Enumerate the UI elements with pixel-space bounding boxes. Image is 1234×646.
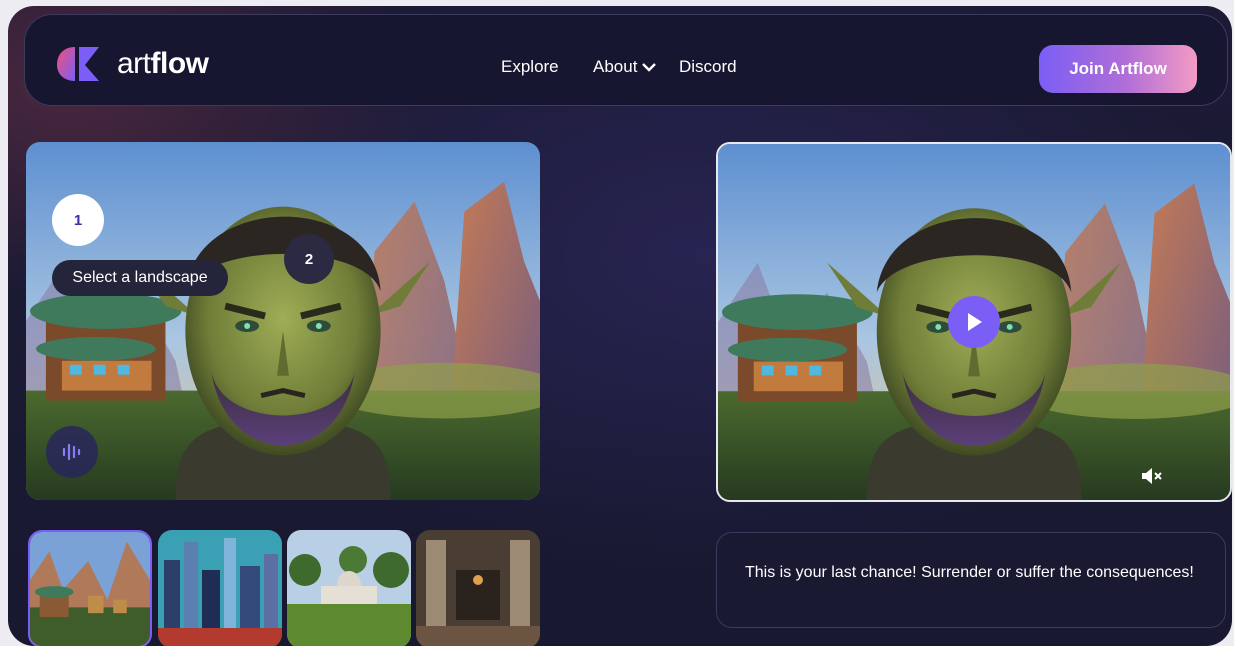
landscape-thumb-capitol-building[interactable] — [287, 530, 411, 646]
brand-name[interactable]: artflow — [117, 45, 209, 83]
volume-mute-icon[interactable] — [1140, 466, 1164, 486]
landscape-thumb-futuristic-city[interactable] — [158, 530, 282, 646]
chevron-down-icon — [642, 63, 657, 72]
nav-about-label: About — [593, 57, 638, 76]
artflow-logo-icon[interactable] — [55, 45, 101, 83]
join-artflow-button[interactable]: Join Artflow — [1039, 45, 1197, 93]
dialogue-text: This is your last chance! Surrender or s… — [745, 564, 1194, 581]
nav-about[interactable]: About — [593, 57, 657, 77]
step-2-marker[interactable]: 2 — [284, 234, 334, 284]
dialogue-text-box[interactable]: This is your last chance! Surrender or s… — [716, 532, 1226, 628]
brand-name-bold: flow — [150, 47, 210, 80]
character-editor-image[interactable] — [26, 142, 540, 500]
brand-name-light: art — [117, 47, 151, 80]
landscape-thumb-fantasy-village[interactable] — [28, 530, 152, 646]
play-icon — [968, 313, 982, 331]
voice-button[interactable] — [46, 426, 98, 478]
step-1-marker[interactable]: 1 — [52, 194, 104, 246]
nav-discord[interactable]: Discord — [679, 57, 737, 77]
waveform-icon — [62, 443, 81, 461]
app-frame: artflow Explore About Discord Join Artfl… — [8, 6, 1232, 646]
top-navbar: artflow Explore About Discord Join Artfl… — [24, 14, 1228, 106]
play-button[interactable] — [948, 296, 1000, 348]
nav-explore[interactable]: Explore — [501, 57, 559, 77]
select-landscape-tooltip: Select a landscape — [52, 260, 228, 296]
landscape-thumb-dark-room[interactable] — [416, 530, 540, 646]
